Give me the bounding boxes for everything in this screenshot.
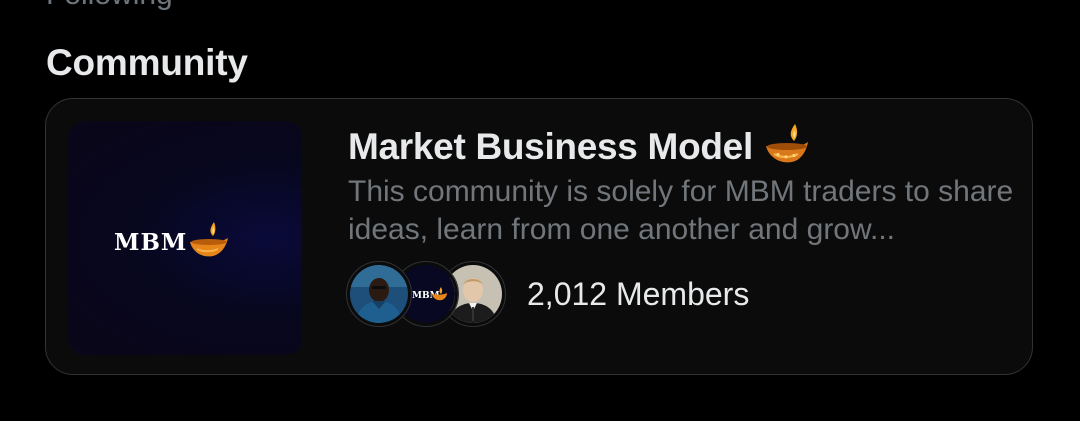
community-description: This community is solely for MBM traders… (348, 175, 1014, 246)
community-name-text[interactable]: Market Business Model (348, 126, 753, 168)
members-row[interactable]: MBM 2,012 Members (346, 261, 749, 327)
members-count[interactable]: 2,012 Members (527, 276, 749, 313)
community-section: Following Community MBM Market Business … (0, 0, 1080, 421)
previous-section-text: Following (46, 0, 173, 12)
mbm-logo: MBM (114, 218, 231, 267)
community-card[interactable]: MBM Market Business Model This community… (45, 98, 1033, 375)
section-title: Community (46, 42, 248, 83)
member-avatars: MBM (346, 261, 506, 327)
diya-lamp-icon (763, 121, 811, 172)
member-avatar-man (346, 261, 412, 327)
community-name[interactable]: Market Business Model (348, 121, 811, 172)
community-cover-image[interactable]: MBM (68, 121, 302, 355)
mbm-logo-text: MBM (114, 229, 188, 256)
diya-lamp-icon (187, 218, 231, 267)
